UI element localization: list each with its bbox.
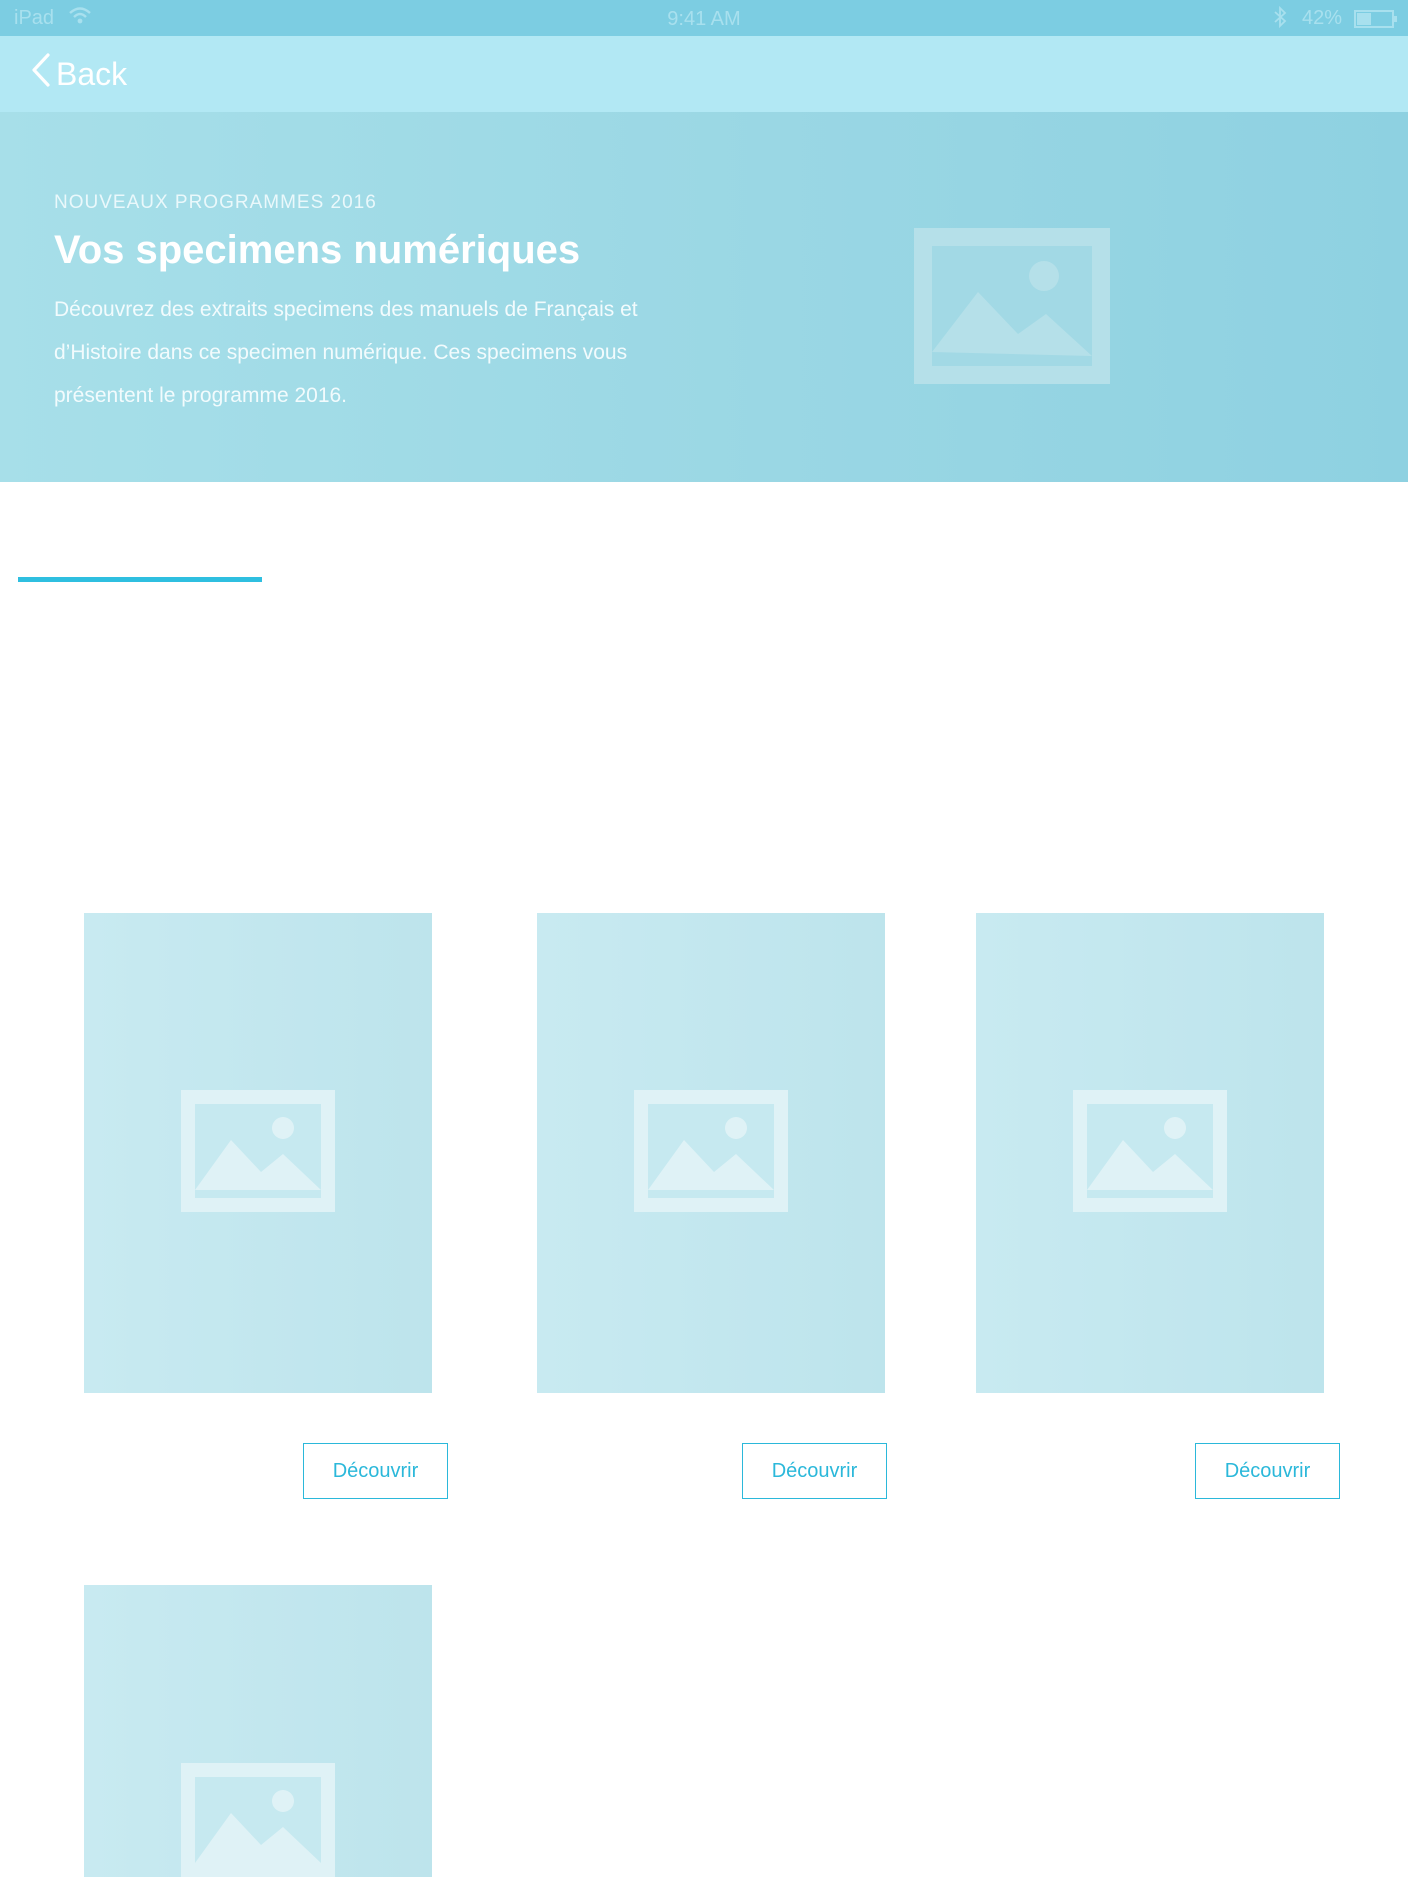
- battery-percentage: 42%: [1302, 7, 1343, 29]
- specimen-card-image[interactable]: [537, 913, 885, 1393]
- specimen-card-image[interactable]: [976, 913, 1324, 1393]
- hero-description: Découvrez des extraits specimens des man…: [54, 298, 638, 407]
- decouvrir-button[interactable]: Découvrir: [1195, 1443, 1340, 1499]
- image-placeholder-icon: [634, 1089, 788, 1217]
- tab-indicator: [18, 577, 262, 582]
- navigation-bar: Back: [0, 36, 1408, 112]
- specimen-card-image[interactable]: [84, 1585, 432, 1882]
- status-time: 9:41 AM: [667, 8, 741, 30]
- image-placeholder-icon: [914, 228, 1110, 389]
- page-title: Vos specimens numériques: [54, 228, 581, 272]
- image-placeholder-icon: [181, 1763, 335, 1882]
- chevron-left-icon: [30, 52, 52, 96]
- battery-icon: [1354, 9, 1398, 35]
- image-placeholder-icon: [181, 1089, 335, 1217]
- decouvrir-button[interactable]: Découvrir: [742, 1443, 887, 1499]
- image-placeholder-icon: [1073, 1089, 1227, 1217]
- back-button[interactable]: Back: [30, 36, 127, 112]
- specimen-card-image[interactable]: [84, 913, 432, 1393]
- bluetooth-icon: [1272, 5, 1288, 35]
- back-label: Back: [56, 55, 128, 92]
- status-bar: iPad 9:41 AM 42%: [0, 0, 1408, 36]
- decouvrir-button[interactable]: Découvrir: [303, 1443, 448, 1499]
- hero-banner: NOUVEAUX PROGRAMMES 2016 Vos specimens n…: [0, 112, 1408, 482]
- hero-kicker: NOUVEAUX PROGRAMMES 2016: [54, 192, 377, 213]
